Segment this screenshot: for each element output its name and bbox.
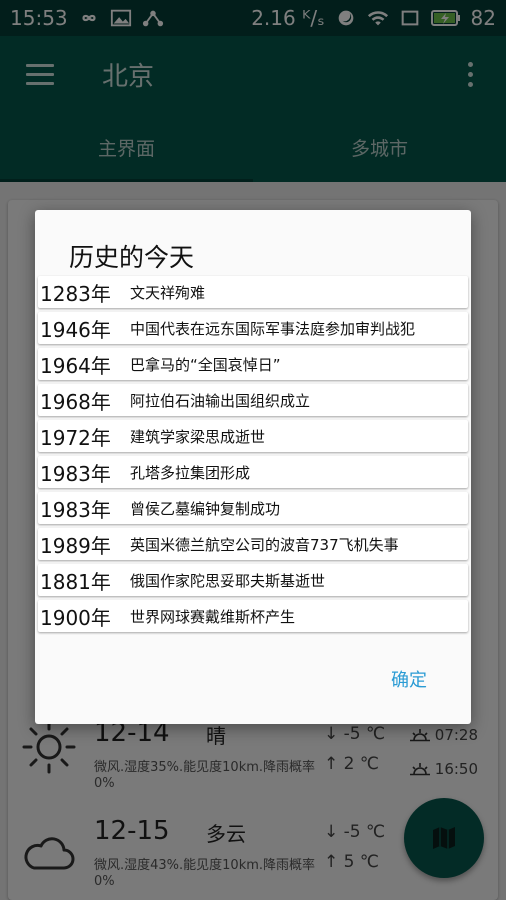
list-item[interactable]: 1900年 世界网球赛戴维斯杯产生 bbox=[38, 600, 468, 632]
list-item[interactable]: 1972年 建筑学家梁思成逝世 bbox=[38, 420, 468, 452]
list-item[interactable]: 1989年 英国米德兰航空公司的波音737飞机失事 bbox=[38, 528, 468, 560]
event-text: 阿拉伯石油输出国组织成立 bbox=[130, 391, 311, 410]
event-year: 1881年 bbox=[40, 569, 111, 594]
list-item[interactable]: 1283年 文天祥殉难 bbox=[38, 276, 468, 308]
event-year: 1283年 bbox=[40, 281, 111, 306]
event-text: 中国代表在远东国际军事法庭参加审判战犯 bbox=[130, 319, 416, 338]
event-text: 巴拿马的“全国哀悼日” bbox=[130, 355, 281, 374]
event-year: 1968年 bbox=[40, 389, 111, 414]
list-item[interactable]: 1964年 巴拿马的“全国哀悼日” bbox=[38, 348, 468, 380]
event-year: 1983年 bbox=[40, 461, 111, 486]
event-text: 曾侯乙墓编钟复制成功 bbox=[130, 499, 281, 518]
event-year: 1972年 bbox=[40, 425, 111, 450]
list-item[interactable]: 1983年 孔塔多拉集团形成 bbox=[38, 456, 468, 488]
list-item[interactable]: 1881年 俄国作家陀思妥耶夫斯基逝世 bbox=[38, 564, 468, 596]
list-item[interactable]: 1983年 曾侯乙墓编钟复制成功 bbox=[38, 492, 468, 524]
event-year: 1989年 bbox=[40, 533, 111, 558]
event-text: 文天祥殉难 bbox=[130, 283, 206, 302]
event-text: 世界网球赛戴维斯杯产生 bbox=[130, 607, 296, 626]
dialog-title: 历史的今天 bbox=[69, 243, 195, 272]
event-year: 1946年 bbox=[40, 317, 111, 342]
list-item[interactable]: 1946年 中国代表在远东国际军事法庭参加审判战犯 bbox=[38, 312, 468, 344]
list-item[interactable]: 1968年 阿拉伯石油输出国组织成立 bbox=[38, 384, 468, 416]
event-text: 孔塔多拉集团形成 bbox=[130, 463, 251, 482]
history-list: 1283年 文天祥殉难 1946年 中国代表在远东国际军事法庭参加审判战犯 1964… bbox=[38, 276, 468, 636]
history-today-dialog: 历史的今天 1283年 文天祥殉难 1946年 中国代表在远东国际军事法庭参加审判战… bbox=[35, 210, 471, 724]
event-year: 1983年 bbox=[40, 497, 111, 522]
confirm-button[interactable]: 确定 bbox=[391, 666, 427, 692]
event-text: 英国米德兰航空公司的波音737飞机失事 bbox=[130, 535, 399, 554]
event-year: 1964年 bbox=[40, 353, 111, 378]
event-text: 建筑学家梁思成逝世 bbox=[130, 427, 266, 446]
event-text: 俄国作家陀思妥耶夫斯基逝世 bbox=[130, 571, 326, 590]
event-year: 1900年 bbox=[40, 605, 111, 630]
